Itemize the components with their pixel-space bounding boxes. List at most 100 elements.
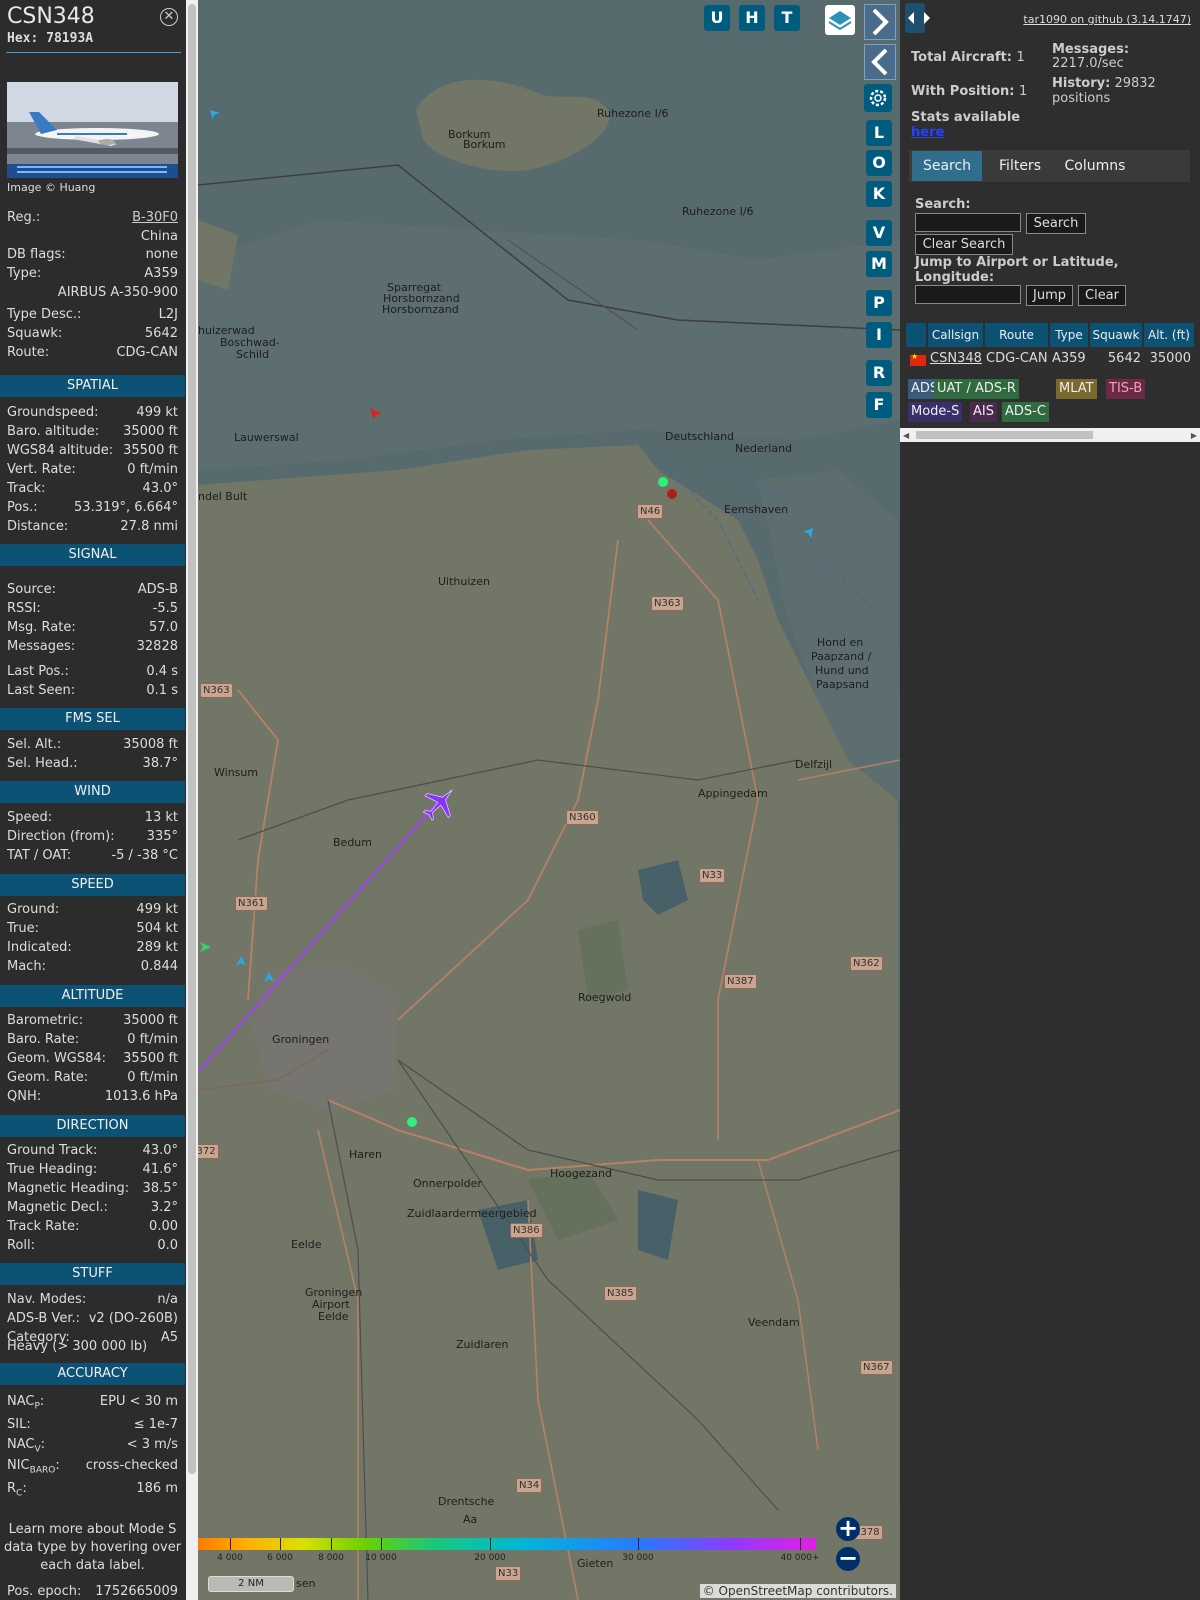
map-road-label: N362 [850, 956, 883, 971]
source-badge[interactable]: TIS-B [1106, 379, 1146, 399]
map-button-r[interactable]: R [866, 360, 892, 386]
selected-aircraft-icon[interactable] [420, 783, 460, 823]
tab-filters[interactable]: Filters [985, 151, 1055, 181]
map-place-label: Eemshaven [724, 503, 789, 516]
search-button[interactable]: Search [1026, 213, 1086, 234]
collapse-sidebar-button[interactable] [864, 44, 896, 80]
altitude-color-scale [198, 1538, 816, 1550]
map-place-label: Ruhezone I/6 [682, 205, 754, 218]
map-button-t[interactable]: T [774, 5, 800, 31]
table-header-cell[interactable]: Type [1050, 323, 1088, 347]
layers-icon [828, 11, 852, 31]
signal-value: 0.1 s [146, 683, 178, 698]
stuff-value: v2 (DO-260B) [88, 1311, 178, 1326]
signal-label: Last Pos.: [7, 664, 69, 679]
spatial-value: 27.8 nmi [120, 519, 178, 534]
ground-station-dot[interactable] [407, 1117, 417, 1127]
aircraft-photo[interactable] [7, 82, 178, 178]
osm-link[interactable]: OpenStreetMap [719, 1584, 813, 1598]
sil-value: ≤ 1e-7 [133, 1417, 178, 1432]
row-altitude: 35000 [1149, 351, 1191, 366]
search-input[interactable] [915, 213, 1021, 232]
scroll-left-icon[interactable]: ◀ [903, 431, 909, 440]
wind-label: TAT / OAT: [7, 848, 72, 863]
altitude-scale-label: 40 000+ [780, 1553, 820, 1563]
map-button-f[interactable]: F [866, 392, 892, 418]
spatial-value: 35000 ft [123, 424, 178, 439]
stats-available: Stats available [911, 110, 1021, 125]
map-button-l[interactable]: L [866, 120, 892, 146]
github-link[interactable]: tar1090 on github (3.14.1747) [1023, 13, 1191, 26]
scroll-right-icon[interactable]: ▶ [1191, 431, 1197, 440]
map-button-o[interactable]: O [866, 150, 892, 176]
rc-row: RC: 186 m [7, 1480, 178, 1499]
info-scrollbar-thumb[interactable] [188, 4, 196, 1474]
source-badge[interactable]: UAT / ADS-R [934, 379, 1019, 399]
nicbaro-label: NICBARO: [7, 1458, 60, 1476]
map-button-u[interactable]: U [704, 5, 730, 31]
traffic-marker-icon[interactable] [208, 108, 222, 122]
map-button-h[interactable]: H [739, 5, 765, 31]
wind-value: -5 / -38 °C [111, 848, 178, 863]
close-icon[interactable]: ✕ [160, 8, 178, 26]
map-view[interactable]: Borkum Borkum Ruhezone I/6 Ruhezone I/6 Spar… [198, 0, 900, 1600]
source-badge[interactable]: MLAT [1056, 379, 1097, 399]
table-header-cell[interactable]: Route [985, 323, 1048, 347]
map-canvas[interactable] [198, 0, 900, 1600]
stuff-label: Nav. Modes: [7, 1292, 87, 1307]
row-callsign[interactable]: CSN348 [930, 351, 982, 366]
tab-columns[interactable]: Columns [1058, 151, 1132, 181]
map-button-k[interactable]: K [866, 181, 892, 207]
map-button-v[interactable]: V [866, 220, 892, 246]
altitude-scale-label: 20 000 [474, 1553, 506, 1563]
section-fms: FMS SEL [0, 708, 185, 730]
traffic-marker-icon[interactable] [801, 526, 815, 540]
info-scrollbar[interactable] [186, 0, 198, 1600]
table-header-flag [906, 323, 926, 347]
traffic-marker-icon[interactable] [262, 970, 276, 984]
traffic-marker-icon[interactable] [198, 940, 212, 954]
map-place-label: Eelde [291, 1238, 322, 1251]
map-place-label: Deutschland [665, 430, 735, 443]
map-place-label: Onnerpolder [413, 1177, 482, 1190]
map-button-p[interactable]: P [866, 290, 892, 316]
table-row[interactable]: ★ CSN348 CDG-CAN A359 5642 35000 [906, 349, 1200, 371]
table-scrollbar-thumb[interactable] [916, 431, 1093, 439]
zoom-in-button[interactable]: + [836, 1516, 860, 1541]
map-road-label: N361 [235, 896, 268, 911]
traffic-marker-icon[interactable] [234, 954, 248, 968]
table-scrollbar[interactable]: ◀ ▶ [900, 428, 1200, 442]
table-header-cell[interactable]: Alt. (ft) [1144, 323, 1194, 347]
spatial-value: 53.319°, 6.664° [74, 500, 178, 515]
map-button-m[interactable]: M [866, 251, 892, 277]
type-name-row: AIRBUS A-350-900 [7, 284, 178, 302]
sidebar-resize-button[interactable] [905, 3, 930, 33]
source-badge[interactable]: Mode-S [908, 402, 963, 422]
zoom-out-button[interactable]: − [836, 1546, 860, 1571]
section-stuff: STUFF [0, 1263, 185, 1285]
clear-button[interactable]: Clear [1078, 285, 1126, 306]
direction-value: 0.0 [157, 1238, 178, 1253]
traffic-marker-icon[interactable] [368, 406, 384, 422]
search-label: Search: [915, 197, 971, 212]
clear-search-button[interactable]: Clear Search [915, 234, 1013, 255]
jump-input[interactable] [915, 285, 1021, 304]
signal-label: Source: [7, 582, 57, 597]
source-badge[interactable]: AIS [970, 402, 997, 422]
settings-button[interactable] [864, 84, 892, 112]
reg-link[interactable]: B-30F0 [132, 210, 178, 225]
map-button-i[interactable]: I [866, 322, 892, 348]
layers-button[interactable] [825, 5, 855, 35]
image-credit: Image © Huang [7, 181, 96, 194]
jump-button[interactable]: Jump [1026, 285, 1073, 306]
ground-station-dot[interactable] [667, 489, 677, 499]
table-header-cell[interactable]: Squawk [1090, 323, 1142, 347]
stats-link[interactable]: here [911, 125, 944, 140]
ground-station-dot[interactable] [658, 477, 668, 487]
tab-search[interactable]: Search [912, 151, 982, 181]
source-badge[interactable]: ADS-C [1002, 402, 1049, 422]
expand-sidebar-button[interactable] [864, 4, 896, 40]
selected-hex: Hex: 78193A [7, 31, 94, 46]
table-header-cell[interactable]: Callsign [928, 323, 983, 347]
altitude-scale-label: 6 000 [267, 1553, 293, 1563]
